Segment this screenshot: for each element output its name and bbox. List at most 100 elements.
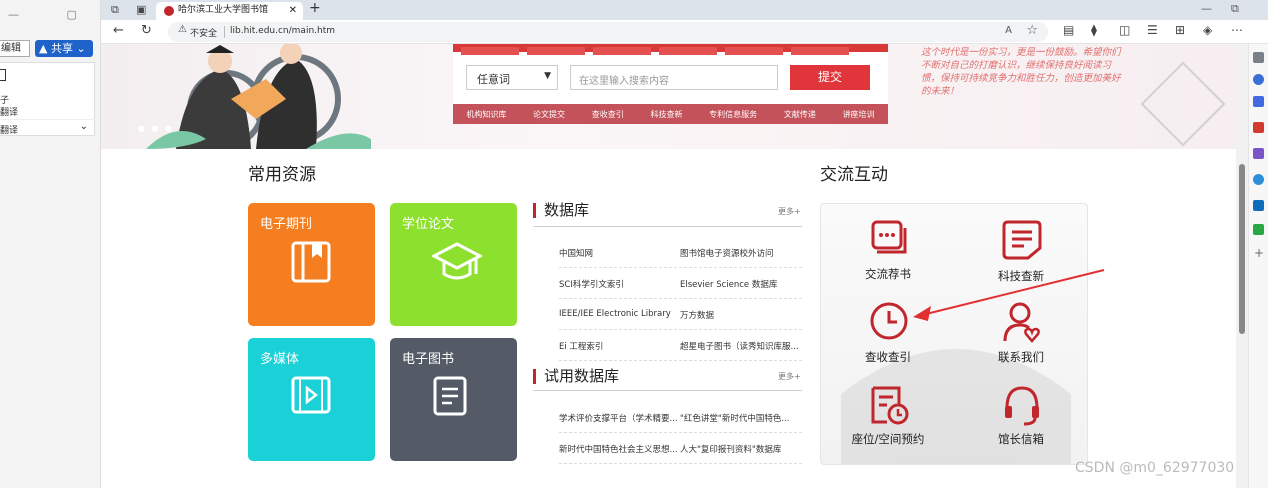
divider [224,26,225,38]
database-more-link[interactable]: 更多+ [778,206,801,217]
database-title: 数据库 [533,203,589,218]
link-patent[interactable]: 专利信息服务 [709,109,757,120]
calendar-clock-icon [871,386,909,425]
shield-icon[interactable]: ◈ [1203,23,1212,37]
db-link[interactable]: "红色讲堂"新时代中国特色... [680,412,802,424]
db-link[interactable]: 人大"复印报刊资料"数据库 [680,443,802,455]
item-label: 查收查引 [865,350,911,364]
video-icon [291,376,331,414]
share-button[interactable]: ▲ 共享 ⌄ [35,40,93,57]
seat-reservation-button[interactable]: 座位/空间预约 [833,384,943,464]
page-scrollbar[interactable] [1236,44,1248,488]
edge-sidebar: + [1248,44,1268,488]
search-tabs[interactable] [453,44,888,55]
outlook-icon[interactable] [1253,200,1264,211]
db-link[interactable]: SCI科学引文索引 [559,278,677,290]
tile-ejournals[interactable]: 电子期刊 [248,203,375,326]
db-link[interactable]: Elsevier Science 数据库 [680,278,802,290]
panel-icon [0,69,6,81]
banner: ● ● ● 任意词 ▼ 在这里输入搜索内容 提交 机构知识库 论文提交 查收查引 … [101,44,1236,149]
search-icon[interactable] [1253,74,1264,85]
edit-button[interactable]: 编辑 [0,40,30,57]
address-bar[interactable]: ⚠ 不安全 lib.hit.edu.cn/main.htm A ☆ [168,22,1048,42]
submit-button[interactable]: 提交 [790,65,870,90]
favorite-star-icon[interactable]: ☆ [1026,23,1038,38]
link-citation[interactable]: 查收查引 [592,109,624,120]
tile-multimedia[interactable]: 多媒体 [248,338,375,461]
table-row: 学术评价支撑平台（学术精要... "红色讲堂"新时代中国特色... [559,402,802,433]
db-link[interactable]: 超星电子图书（读秀知识库服... [680,340,802,352]
link-lectures[interactable]: 讲座培训 [843,109,875,120]
clock-icon [870,302,908,340]
back-icon[interactable]: ← [113,23,124,38]
db-link[interactable]: Ei 工程索引 [559,340,677,352]
window-controls[interactable]: — ▢ [8,8,99,21]
link-document-delivery[interactable]: 文献传递 [784,109,816,120]
library-favicon-icon [164,6,174,16]
extensions-icon[interactable]: ⧫ [1091,23,1097,37]
carousel-dots[interactable]: ● ● ● [138,124,174,133]
tab-actions-icon[interactable]: ▣ [136,3,146,16]
db-link[interactable]: 图书馆电子资源校外访问 [680,247,802,259]
contact-us-button[interactable]: 联系我们 [966,301,1076,381]
library-page: ● ● ● 任意词 ▼ 在这里输入搜索内容 提交 机构知识库 论文提交 查收查引 … [101,44,1236,488]
close-tab-icon[interactable]: ✕ [289,2,297,19]
item-label: 联系我们 [998,350,1044,364]
db-link[interactable]: 中国知网 [559,247,677,259]
tile-theses[interactable]: 学位论文 [390,203,517,326]
workspaces-icon[interactable]: ⧉ [111,3,119,17]
minimize-icon[interactable]: — [1201,2,1212,15]
banner-quote: 这个时代是一份实习，更是一份鼓励。希望你们不断对自己的打磨认识，继续保持良好阅读… [921,47,1121,97]
db-link[interactable]: 万方数据 [680,309,802,321]
novelty-search-button[interactable]: 科技查新 [966,218,1076,298]
trial-more-link[interactable]: 更多+ [778,371,801,382]
db-link[interactable]: IEEE/IEE Electronic Library [559,309,677,319]
tab-library[interactable]: 哈尔滨工业大学图书馆 ✕ [156,2,303,20]
divider [533,390,802,391]
link-novelty-search[interactable]: 科技查新 [650,109,682,120]
chevron-down-icon[interactable]: ⌄ [80,121,88,132]
director-mailbox-button[interactable]: 馆长信箱 [966,384,1076,464]
bell-icon[interactable] [1253,52,1264,63]
split-screen-icon[interactable]: ◫ [1119,23,1130,37]
table-row: IEEE/IEE Electronic Library 万方数据 [559,299,802,330]
table-row: SCI科学引文索引 Elsevier Science 数据库 [559,268,802,299]
tools-icon[interactable] [1253,122,1264,133]
table-row: 中国知网 图书馆电子资源校外访问 [559,237,802,268]
browser-window: ⧉ ▣ 哈尔滨工业大学图书馆 ✕ + — ⧉ ← ↻ ⚠ 不安全 lib.hit… [101,0,1268,488]
headset-icon [1005,386,1039,426]
url-text[interactable]: lib.hit.edu.cn/main.htm [230,26,335,36]
favorites-icon[interactable]: ☰ [1147,23,1158,37]
citation-check-button[interactable]: 查收查引 [833,301,943,381]
db-link[interactable]: 新时代中国特色社会主义思想... [559,443,677,455]
add-icon[interactable]: + [1254,246,1264,260]
refresh-icon[interactable]: ↻ [141,23,152,38]
search-field-select[interactable]: 任意词 ▼ [466,65,558,90]
document-icon [1002,220,1042,260]
collections-icon[interactable]: ⊞ [1175,23,1185,37]
table-row: 新时代中国特色社会主义思想... 人大"复印报刊资料"数据库 [559,433,802,464]
link-repository[interactable]: 机构知识库 [466,109,506,120]
scroll-thumb[interactable] [1239,164,1245,334]
panel-text-2: 翻译 [0,108,19,118]
link-thesis-submit[interactable]: 论文提交 [533,109,565,120]
games-icon[interactable] [1253,148,1264,159]
db-link[interactable]: 学术评价支撑平台（学术精要... [559,412,677,424]
read-aloud-icon[interactable]: A [1005,25,1012,36]
tile-label: 学位论文 [402,217,455,232]
side-panel: 子 翻译 翻译 ⌄ [0,62,95,136]
background-window: — ▢ 编辑 ▲ 共享 ⌄ 子 翻译 翻译 ⌄ [0,0,101,488]
divider [0,119,95,120]
chevron-down-icon: ▼ [544,71,551,81]
more-icon[interactable]: ⋯ [1231,23,1243,37]
shopping-icon[interactable] [1253,96,1264,107]
item-label: 科技查新 [998,269,1044,283]
reading-view-icon[interactable]: ▤ [1063,23,1074,37]
tile-ebooks[interactable]: 电子图书 [390,338,517,461]
office-icon[interactable] [1253,224,1264,235]
search-input[interactable]: 在这里输入搜索内容 [570,65,778,90]
new-tab-button[interactable]: + [309,0,321,16]
restore-icon[interactable]: ⧉ [1231,2,1239,16]
recommend-book-button[interactable]: 交流荐书 [833,218,943,298]
copilot-icon[interactable] [1253,174,1264,185]
